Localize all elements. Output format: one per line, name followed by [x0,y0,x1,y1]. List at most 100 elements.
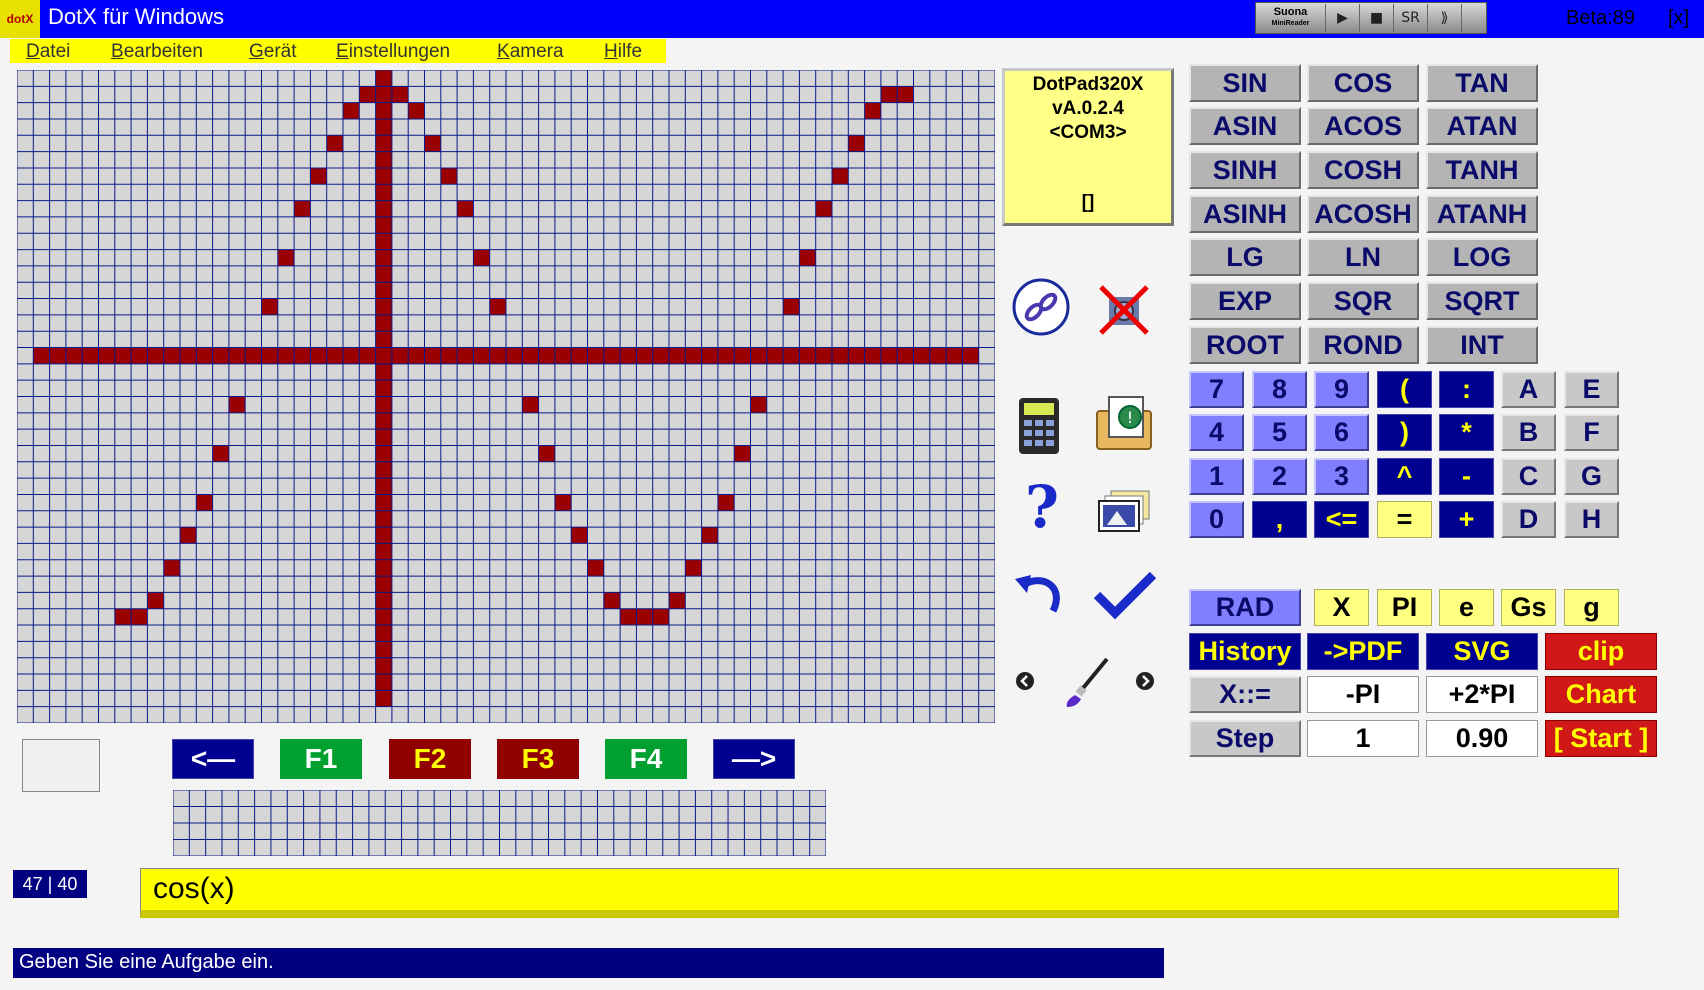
x-min-field[interactable]: -PI [1307,676,1419,713]
x-max-field[interactable]: +2*PI [1426,676,1538,713]
play-icon[interactable]: ▶ [1326,4,1360,32]
tanh-button[interactable]: TANH [1426,151,1538,189]
key-9[interactable]: 9 [1314,371,1369,408]
key-8[interactable]: 8 [1252,371,1307,408]
root-button[interactable]: ROOT [1189,326,1301,364]
key-open-paren[interactable]: ( [1377,371,1432,408]
exp-button[interactable]: EXP [1189,282,1301,320]
menu-kamera[interactable]: Kamera [497,41,564,63]
atanh-button[interactable]: ATANH [1426,195,1538,233]
key-0[interactable]: 0 [1189,501,1244,538]
screen-reader-icon[interactable]: SR [1394,4,1428,32]
key-power[interactable]: ^ [1377,458,1432,495]
cos-button[interactable]: COS [1307,64,1419,102]
key-c[interactable]: C [1501,458,1556,495]
sqrt-button[interactable]: SQRT [1426,282,1538,320]
key-h[interactable]: H [1564,501,1619,538]
undo-icon[interactable] [1012,570,1068,620]
key-d[interactable]: D [1501,501,1556,538]
forward-button[interactable]: —> [713,739,795,779]
key-6[interactable]: 6 [1314,414,1369,451]
menu-einstellungen[interactable]: Einstellungen [336,41,450,63]
link-icon[interactable] [1010,276,1072,338]
rond-button[interactable]: ROND [1307,326,1419,364]
menu-hilfe[interactable]: Hilfe [604,41,642,63]
close-button[interactable]: [x] [1668,7,1689,30]
brush-icon[interactable] [1062,654,1114,710]
clip-button[interactable]: clip [1545,633,1657,670]
acos-button[interactable]: ACOS [1307,107,1419,145]
key-2[interactable]: 2 [1252,458,1307,495]
formula-input[interactable]: cos(x) [140,868,1619,918]
atan-button[interactable]: ATAN [1426,107,1538,145]
help-icon[interactable]: ? [1020,476,1064,538]
braille-dot [375,396,392,413]
key-1[interactable]: 1 [1189,458,1244,495]
menu-bearbeiten[interactable]: Bearbeiten [111,41,203,63]
x-assign-button[interactable]: X::= [1189,676,1301,713]
key-3[interactable]: 3 [1314,458,1369,495]
key-5[interactable]: 5 [1252,414,1307,451]
ln-button[interactable]: LN [1307,238,1419,276]
int-button[interactable]: INT [1426,326,1538,364]
images-icon[interactable] [1096,488,1154,534]
key-less-equal[interactable]: <= [1314,501,1369,538]
stop-icon[interactable]: ■ [1360,4,1394,32]
rad-button[interactable]: RAD [1189,589,1301,626]
pdf-button[interactable]: ->PDF [1307,633,1419,670]
key-divide[interactable]: : [1439,371,1494,408]
gs-button[interactable]: Gs [1501,589,1556,626]
key-close-paren[interactable]: ) [1377,414,1432,451]
skip-icon[interactable]: ⟫ [1428,4,1462,32]
chart-button[interactable]: Chart [1545,676,1657,713]
scale-value-field[interactable]: 0.90 [1426,720,1538,757]
log-button[interactable]: LOG [1426,238,1538,276]
key-f[interactable]: F [1564,414,1619,451]
lg-button[interactable]: LG [1189,238,1301,276]
open-folder-icon[interactable]: ! [1092,392,1156,456]
key-4[interactable]: 4 [1189,414,1244,451]
key-g[interactable]: G [1564,458,1619,495]
key-comma[interactable]: , [1252,501,1307,538]
tan-button[interactable]: TAN [1426,64,1538,102]
asinh-button[interactable]: ASINH [1189,195,1301,233]
sin-button[interactable]: SIN [1189,64,1301,102]
step-value-field[interactable]: 1 [1307,720,1419,757]
menu-datei[interactable]: Datei [26,41,70,63]
braille-graph-display[interactable] [17,70,995,723]
check-icon[interactable] [1092,568,1158,622]
camera-disabled-icon[interactable] [1094,278,1154,340]
key-plus[interactable]: + [1439,501,1494,538]
key-multiply[interactable]: * [1439,414,1494,451]
key-minus[interactable]: - [1439,458,1494,495]
var-x-button[interactable]: X [1314,589,1369,626]
f4-button[interactable]: F4 [605,739,687,779]
sqr-button[interactable]: SQR [1307,282,1419,320]
g-button[interactable]: g [1564,589,1619,626]
pi-button[interactable]: PI [1377,589,1432,626]
braille-dot [196,347,213,364]
asin-button[interactable]: ASIN [1189,107,1301,145]
braille-dot [375,429,392,446]
f2-button[interactable]: F2 [389,739,471,779]
svg-button[interactable]: SVG [1426,633,1538,670]
sinh-button[interactable]: SINH [1189,151,1301,189]
history-button[interactable]: History [1189,633,1301,670]
key-b[interactable]: B [1501,414,1556,451]
next-arrow-icon[interactable] [1134,670,1156,692]
start-button[interactable]: [ Start ] [1545,720,1657,757]
key-a[interactable]: A [1501,371,1556,408]
prev-arrow-icon[interactable] [1014,670,1036,692]
step-button[interactable]: Step [1189,720,1301,757]
key-7[interactable]: 7 [1189,371,1244,408]
menu-geraet[interactable]: Gerät [249,41,297,63]
f1-button[interactable]: F1 [280,739,362,779]
key-equals[interactable]: = [1377,501,1432,538]
acosh-button[interactable]: ACOSH [1307,195,1419,233]
calculator-icon[interactable] [1015,395,1063,457]
e-button[interactable]: e [1439,589,1494,626]
cosh-button[interactable]: COSH [1307,151,1419,189]
f3-button[interactable]: F3 [497,739,579,779]
key-e[interactable]: E [1564,371,1619,408]
back-button[interactable]: <— [172,739,254,779]
